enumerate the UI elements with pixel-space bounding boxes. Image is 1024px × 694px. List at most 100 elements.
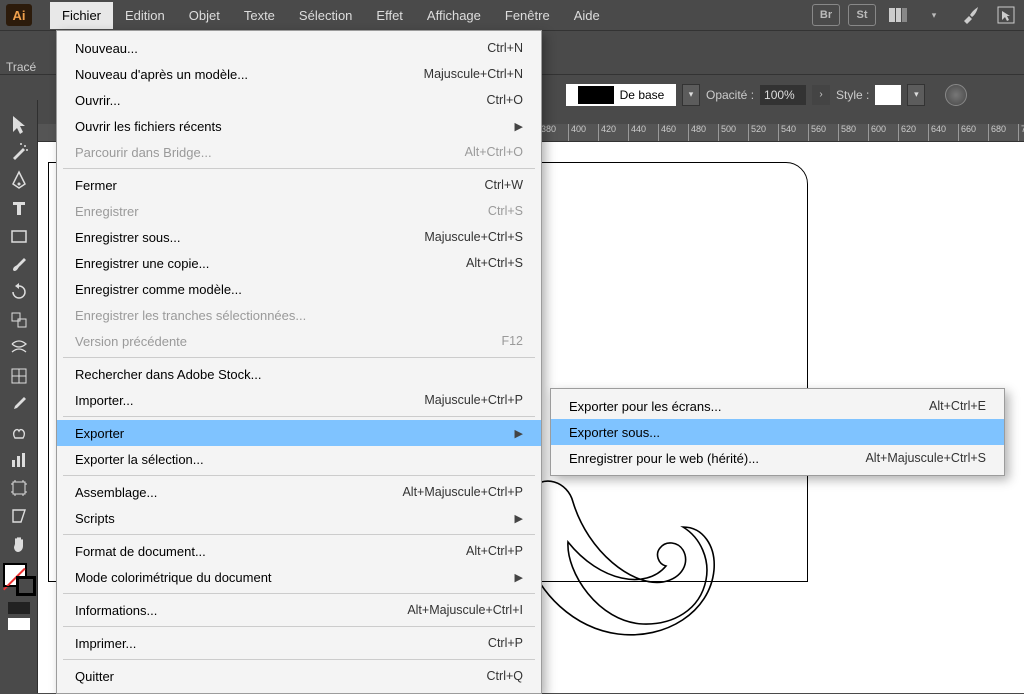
tool-symbol[interactable] — [3, 418, 35, 446]
file-menu-item[interactable]: Exporter▶ — [57, 420, 541, 446]
stroke-style-dropdown[interactable]: De base — [566, 84, 676, 106]
menu-item-shortcut: Ctrl+N — [487, 41, 523, 55]
menu-item-label: Nouveau... — [75, 41, 138, 56]
export-submenu-item[interactable]: Enregistrer pour le web (hérité)...Alt+M… — [551, 445, 1004, 471]
stock-icon[interactable]: St — [848, 4, 876, 26]
fill-stroke-indicator[interactable] — [4, 564, 34, 594]
menu-item-shortcut: Alt+Majuscule+Ctrl+I — [407, 603, 523, 617]
ruler-tick: 560 — [808, 124, 826, 141]
file-menu-item[interactable]: Nouveau... Ctrl+N — [57, 35, 541, 61]
ruler-tick: 440 — [628, 124, 646, 141]
tool-type[interactable] — [3, 194, 35, 222]
tool-mesh[interactable] — [3, 362, 35, 390]
tool-artboard[interactable] — [3, 474, 35, 502]
file-menu-item[interactable]: FermerCtrl+W — [57, 172, 541, 198]
menu-item-shortcut: Alt+Majuscule+Ctrl+S — [865, 451, 986, 465]
file-menu-item[interactable]: Format de document...Alt+Ctrl+P — [57, 538, 541, 564]
file-menu-item: Parcourir dans Bridge...Alt+Ctrl+O — [57, 139, 541, 165]
menu-item-shortcut: Ctrl+Q — [487, 669, 523, 683]
menu-item-label: Enregistrer comme modèle... — [75, 282, 242, 297]
tool-pen[interactable] — [3, 166, 35, 194]
submenu-arrow-icon: ▶ — [515, 571, 523, 584]
file-menu-item[interactable]: Nouveau d'après un modèle...Majuscule+Ct… — [57, 61, 541, 87]
ruler-tick: 480 — [688, 124, 706, 141]
file-menu-item[interactable]: Mode colorimétrique du document ▶ — [57, 564, 541, 590]
menu-item-fichier[interactable]: Fichier — [50, 2, 113, 29]
menu-item-edition[interactable]: Edition — [113, 2, 177, 29]
submenu-arrow-icon: ▶ — [515, 512, 523, 525]
menu-item-effet[interactable]: Effet — [364, 2, 415, 29]
ruler-tick: 680 — [988, 124, 1006, 141]
ruler-tick: 460 — [658, 124, 676, 141]
file-menu-item: Enregistrer les tranches sélectionnées..… — [57, 302, 541, 328]
tool-selection[interactable] — [3, 110, 35, 138]
file-menu-item: Version précédenteF12 — [57, 328, 541, 354]
file-menu-item[interactable]: Assemblage...Alt+Majuscule+Ctrl+P — [57, 479, 541, 505]
bridge-icon[interactable]: Br — [812, 4, 840, 26]
tool-graph[interactable] — [3, 446, 35, 474]
file-menu-item[interactable]: Enregistrer comme modèle... — [57, 276, 541, 302]
menu-bar: Ai FichierEditionObjetTexteSélectionEffe… — [0, 0, 1024, 30]
ruler-tick: 520 — [748, 124, 766, 141]
tool-scale[interactable] — [3, 306, 35, 334]
menu-item-sélection[interactable]: Sélection — [287, 2, 364, 29]
menu-item-label: Enregistrer une copie... — [75, 256, 209, 271]
file-menu-item[interactable]: QuitterCtrl+Q — [57, 663, 541, 689]
tool-magic-wand[interactable] — [3, 138, 35, 166]
menu-item-label: Importer... — [75, 393, 134, 408]
style-label: Style : — [836, 88, 869, 102]
opacity-arrow[interactable]: › — [812, 85, 830, 105]
mini-swatch-2[interactable] — [8, 618, 30, 630]
menu-item-label: Scripts — [75, 511, 115, 526]
menu-item-shortcut: Ctrl+S — [488, 204, 523, 218]
menu-item-shortcut: Alt+Ctrl+S — [466, 256, 523, 270]
export-submenu-item[interactable]: Exporter pour les écrans...Alt+Ctrl+E — [551, 393, 1004, 419]
menu-item-affichage[interactable]: Affichage — [415, 2, 493, 29]
file-menu-item[interactable]: Informations...Alt+Majuscule+Ctrl+I — [57, 597, 541, 623]
style-caret[interactable]: ▾ — [907, 84, 925, 106]
file-menu-item[interactable]: Imprimer...Ctrl+P — [57, 630, 541, 656]
file-menu-item[interactable]: Exporter la sélection... — [57, 446, 541, 472]
stroke-style-caret[interactable]: ▾ — [682, 84, 700, 106]
file-menu-item[interactable]: Enregistrer une copie... Alt+Ctrl+S — [57, 250, 541, 276]
menu-item-label: Imprimer... — [75, 636, 136, 651]
menu-item-aide[interactable]: Aide — [562, 2, 612, 29]
stroke-swatch — [578, 86, 614, 104]
file-menu-item[interactable]: Scripts ▶ — [57, 505, 541, 531]
tool-hand[interactable] — [3, 530, 35, 558]
pointer-panel-icon[interactable] — [992, 4, 1020, 26]
tool-warp[interactable] — [3, 334, 35, 362]
tool-eyedropper[interactable] — [3, 390, 35, 418]
style-swatch[interactable] — [875, 85, 901, 105]
menu-item-texte[interactable]: Texte — [232, 2, 287, 29]
file-menu-item[interactable]: Ouvrir...Ctrl+O — [57, 87, 541, 113]
globe-icon[interactable] — [945, 84, 967, 106]
menu-item-label: Exporter — [75, 426, 124, 441]
menu-item-fenêtre[interactable]: Fenêtre — [493, 2, 562, 29]
tool-brush[interactable] — [3, 250, 35, 278]
ruler-tick: 620 — [898, 124, 916, 141]
menu-item-shortcut: Ctrl+W — [484, 178, 523, 192]
tool-rotate[interactable] — [3, 278, 35, 306]
ruler-tick: 640 — [928, 124, 946, 141]
file-menu-item[interactable]: Importer...Majuscule+Ctrl+P — [57, 387, 541, 413]
export-submenu-item[interactable]: Exporter sous... — [551, 419, 1004, 445]
menu-item-shortcut: F12 — [501, 334, 523, 348]
rocket-icon[interactable] — [956, 4, 984, 26]
mini-swatch-1[interactable] — [8, 602, 30, 614]
file-menu-item[interactable]: Ouvrir les fichiers récents▶ — [57, 113, 541, 139]
ruler-tick: 540 — [778, 124, 796, 141]
layout-icon[interactable] — [884, 4, 912, 26]
caret-icon[interactable]: ▾ — [920, 4, 948, 26]
menu-item-shortcut: Alt+Majuscule+Ctrl+P — [402, 485, 523, 499]
file-menu-item[interactable]: Enregistrer sous...Majuscule+Ctrl+S — [57, 224, 541, 250]
menu-item-shortcut: Majuscule+Ctrl+S — [424, 230, 523, 244]
tool-rectangle[interactable] — [3, 222, 35, 250]
file-menu-item[interactable]: Rechercher dans Adobe Stock... — [57, 361, 541, 387]
tool-slice[interactable] — [3, 502, 35, 530]
menu-item-label: Mode colorimétrique du document — [75, 570, 272, 585]
opacity-value[interactable]: 100% — [760, 85, 806, 105]
menu-item-shortcut: Alt+Ctrl+O — [465, 145, 523, 159]
menu-item-objet[interactable]: Objet — [177, 2, 232, 29]
menu-item-shortcut: Ctrl+O — [487, 93, 523, 107]
